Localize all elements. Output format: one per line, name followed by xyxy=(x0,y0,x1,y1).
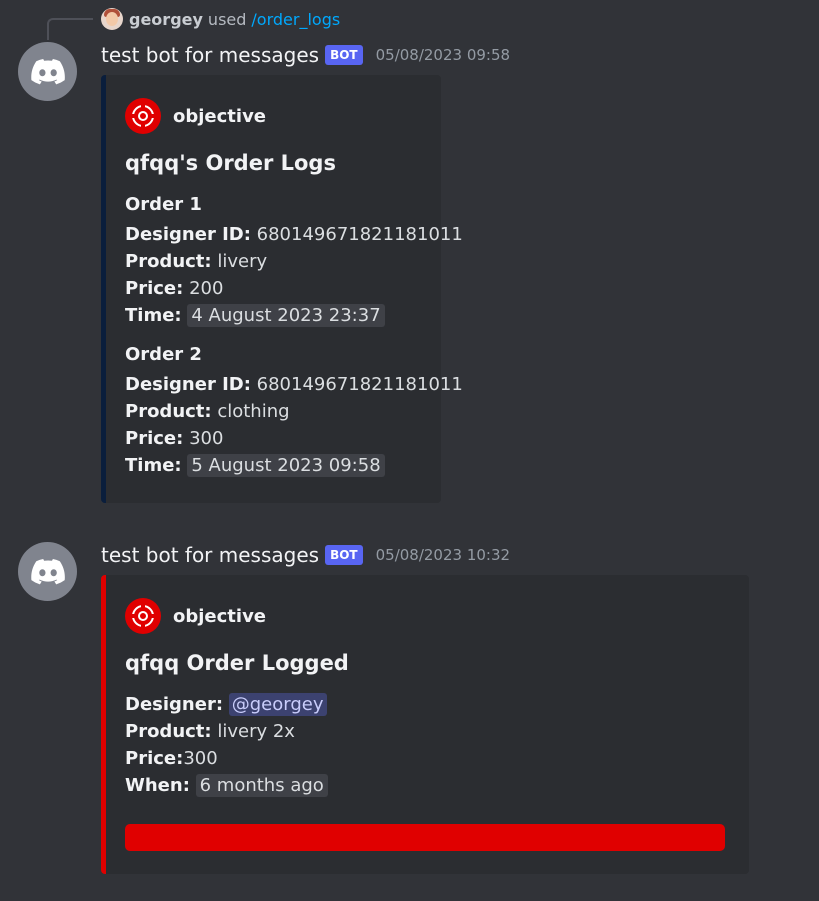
message-header: test bot for messages BOT 05/08/2023 09:… xyxy=(101,42,510,68)
user-mention[interactable]: @georgey xyxy=(228,693,327,716)
message-header: test bot for messages BOT 05/08/2023 10:… xyxy=(101,542,510,568)
embed-title: qfqq's Order Logs xyxy=(125,151,336,175)
order-designer-id: Designer ID: 680149671821181011 xyxy=(125,374,463,395)
discord-logo-icon xyxy=(30,58,65,84)
order-logged-embed: objective qfqq Order Logged Designer: @g… xyxy=(101,575,749,874)
discord-logo-icon xyxy=(30,558,65,584)
embed-author: objective xyxy=(125,598,266,634)
georgey-avatar-icon[interactable] xyxy=(101,8,123,30)
product-field: Product: livery 2x xyxy=(125,721,295,742)
when-field: When: 6 months ago xyxy=(125,774,328,797)
message-timestamp[interactable]: 05/08/2023 09:58 xyxy=(376,46,510,64)
author-name[interactable]: test bot for messages xyxy=(101,43,319,67)
designer-field: Designer: @georgey xyxy=(125,693,327,716)
reply-connector xyxy=(47,18,93,40)
embed-author: objective xyxy=(125,98,266,134)
embed-provider-name: objective xyxy=(173,105,267,127)
embed-title: qfqq Order Logged xyxy=(125,651,349,675)
bot-badge: BOT xyxy=(325,45,363,65)
reply-verb: used xyxy=(207,9,247,29)
reply-preview[interactable]: georgey used /order_logs xyxy=(101,8,340,30)
order-time: Time: 4 August 2023 23:37 xyxy=(125,304,385,327)
price-field: Price:300 xyxy=(125,748,218,769)
bot-avatar[interactable] xyxy=(18,42,77,101)
message-timestamp[interactable]: 05/08/2023 10:32 xyxy=(376,546,510,564)
target-logo-icon xyxy=(125,98,161,134)
timestamp-pill[interactable]: 4 August 2023 23:37 xyxy=(187,304,385,327)
bot-badge: BOT xyxy=(325,545,363,565)
timestamp-pill[interactable]: 6 months ago xyxy=(195,774,328,797)
author-name[interactable]: test bot for messages xyxy=(101,543,319,567)
bot-avatar[interactable] xyxy=(18,542,77,601)
timestamp-pill[interactable]: 5 August 2023 09:58 xyxy=(187,454,385,477)
reply-username[interactable]: georgey xyxy=(129,10,203,29)
order-price: Price: 200 xyxy=(125,278,224,299)
embed-banner-image[interactable] xyxy=(125,824,725,851)
order-time: Time: 5 August 2023 09:58 xyxy=(125,454,385,477)
order-logs-embed: objective qfqq's Order Logs Order 1 Desi… xyxy=(101,75,463,503)
target-logo-icon xyxy=(125,598,161,634)
order-heading: Order 2 xyxy=(125,344,202,365)
order-product: Product: clothing xyxy=(125,401,290,422)
order-designer-id: Designer ID: 680149671821181011 xyxy=(125,224,463,245)
embed-provider-name: objective xyxy=(173,605,267,627)
reply-command-link[interactable]: /order_logs xyxy=(251,10,340,29)
order-price: Price: 300 xyxy=(125,428,224,449)
order-product: Product: livery xyxy=(125,251,268,272)
order-heading: Order 1 xyxy=(125,194,202,215)
